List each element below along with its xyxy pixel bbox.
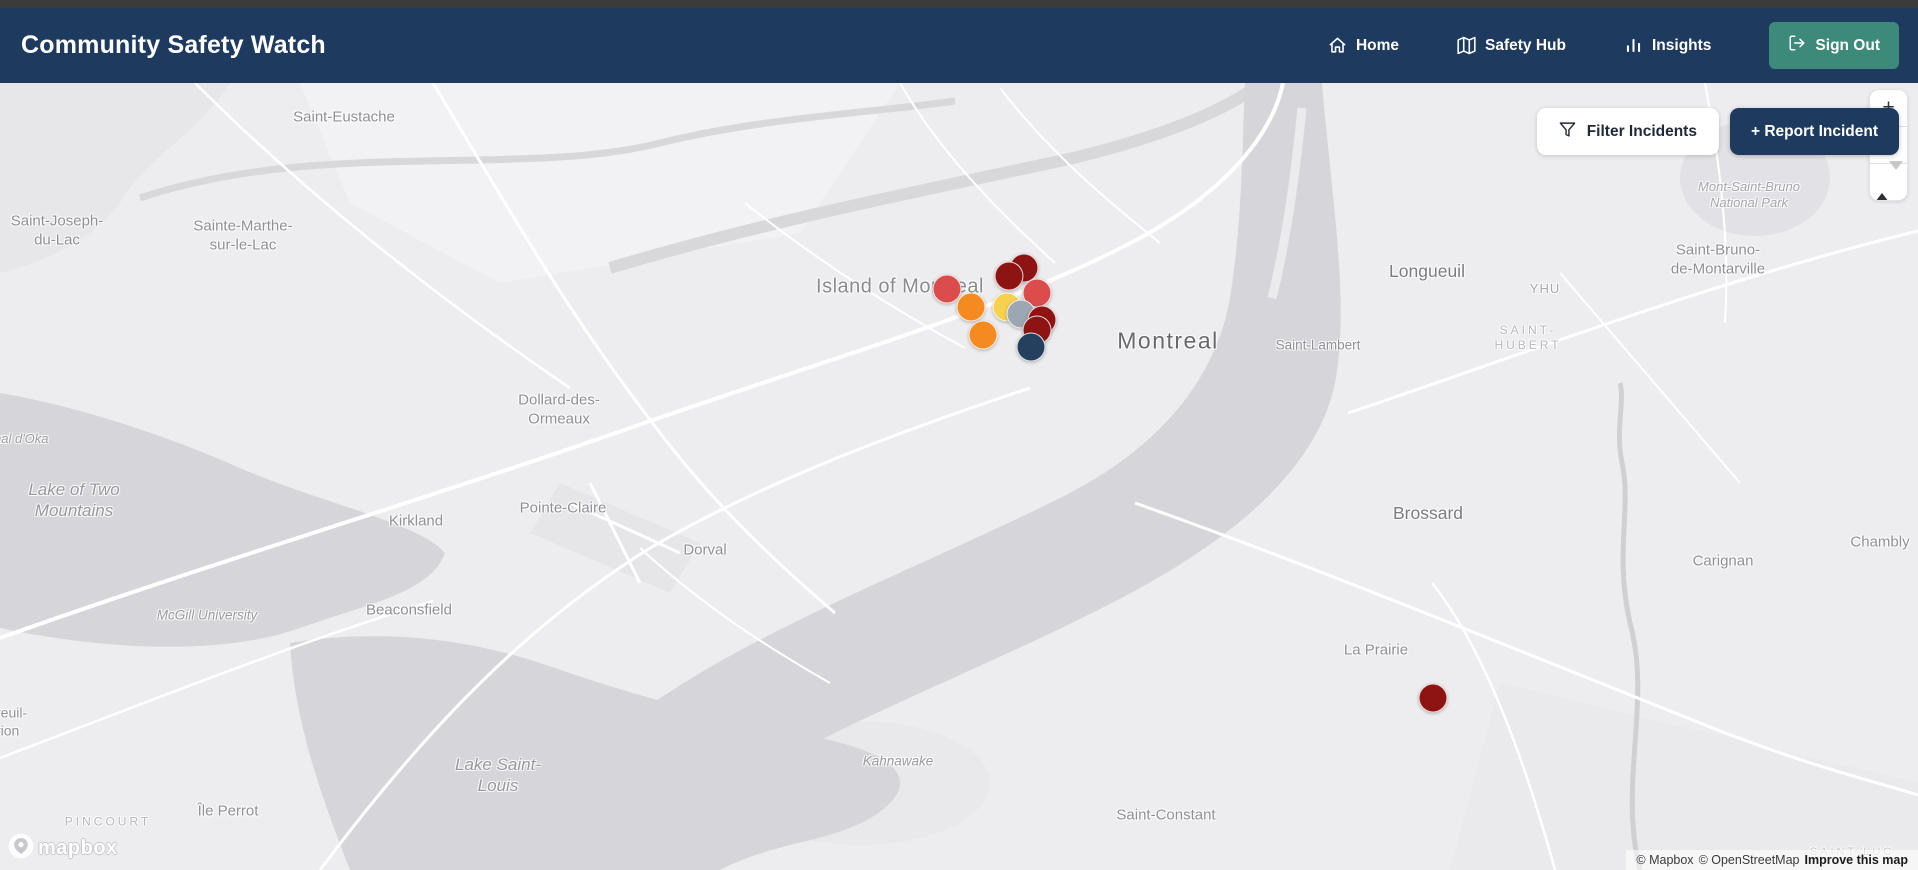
app-header: Community Safety Watch Home Safety Hub I… [0, 8, 1918, 83]
nav-insights-label: Insights [1652, 36, 1712, 54]
nav-home[interactable]: Home [1328, 36, 1399, 55]
attribution-osm-link[interactable]: © OpenStreetMap [1699, 853, 1800, 867]
map-icon [1457, 36, 1476, 55]
mapbox-logo-text: mapbox [38, 837, 118, 859]
attribution-mapbox-link[interactable]: © Mapbox [1636, 853, 1693, 867]
nav-insights[interactable]: Insights [1624, 36, 1711, 55]
map-attribution: © Mapbox © OpenStreetMap Improve this ma… [1626, 850, 1918, 870]
nav-safety-hub[interactable]: Safety Hub [1457, 36, 1566, 55]
bar-chart-icon [1624, 36, 1643, 55]
report-incident-button[interactable]: + Report Incident [1729, 108, 1899, 155]
app-title: Community Safety Watch [21, 31, 326, 59]
sign-out-label: Sign Out [1815, 36, 1880, 54]
nav-safety-hub-label: Safety Hub [1485, 36, 1566, 54]
map-toolbar: Filter Incidents + Report Incident [1536, 108, 1899, 155]
mapbox-logo[interactable]: mapbox [8, 833, 118, 864]
incident-marker[interactable] [994, 261, 1024, 291]
home-icon [1328, 36, 1347, 55]
app-window: Community Safety Watch Home Safety Hub I… [0, 0, 1918, 870]
log-out-icon [1788, 34, 1806, 57]
pitch-up-icon [1874, 170, 1889, 200]
mapbox-pin-icon [8, 833, 34, 864]
sign-out-button[interactable]: Sign Out [1769, 22, 1899, 69]
pitch-down-icon [1888, 161, 1903, 193]
funnel-icon [1559, 121, 1576, 143]
incident-marker[interactable] [932, 274, 962, 304]
incident-marker[interactable] [1016, 332, 1046, 362]
compass-button[interactable] [1870, 161, 1907, 200]
report-incident-label: + Report Incident [1750, 122, 1878, 140]
incident-marker[interactable] [1418, 683, 1448, 713]
main-nav: Home Safety Hub Insights Sign Out [1328, 22, 1899, 69]
window-chrome [0, 0, 1918, 8]
filter-incidents-button[interactable]: Filter Incidents [1536, 108, 1719, 155]
filter-incidents-label: Filter Incidents [1586, 122, 1697, 140]
map-terrain [0, 83, 1918, 870]
incident-marker[interactable] [956, 292, 986, 322]
map-canvas[interactable]: Saint-Eustache Saint-Joseph-du-Lac Sainte-… [0, 83, 1918, 870]
nav-home-label: Home [1355, 36, 1400, 54]
incident-marker[interactable] [968, 320, 998, 350]
improve-map-link[interactable]: Improve this map [1805, 853, 1909, 867]
